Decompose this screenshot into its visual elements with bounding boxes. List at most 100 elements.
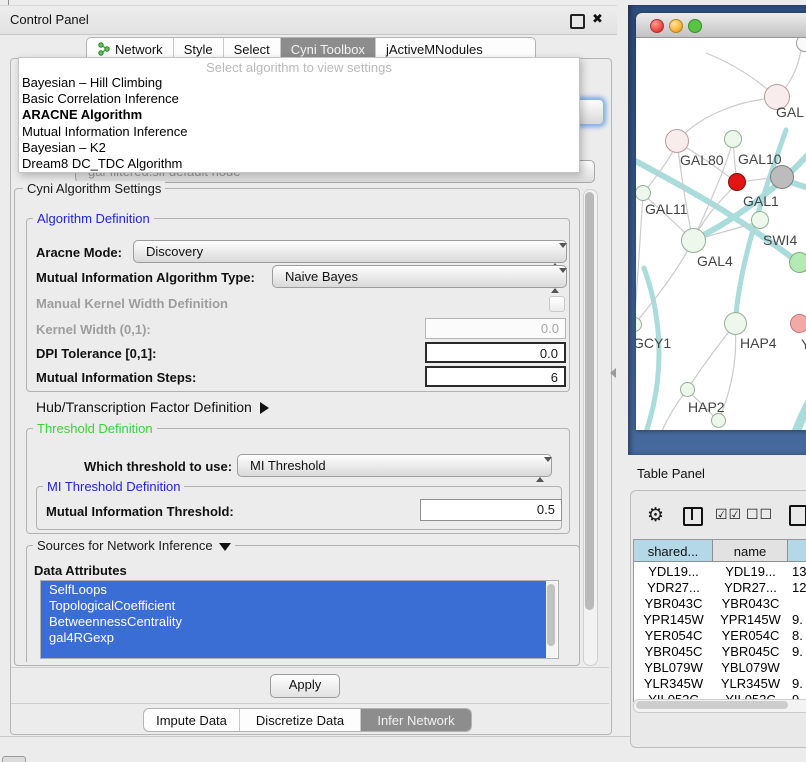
cell[interactable]: 12	[792, 580, 806, 596]
cell[interactable]: YPR145W	[634, 612, 713, 628]
node-hap2[interactable]	[680, 382, 695, 397]
cell[interactable]: YDL19...	[713, 564, 788, 580]
cell[interactable]: 9.	[792, 644, 806, 660]
dropdown-item[interactable]: Mutual Information Inference	[22, 124, 572, 140]
mi-type-combo[interactable]: Naive Bayes	[272, 265, 567, 288]
cell[interactable]: YBL079W	[713, 660, 788, 676]
cell[interactable]	[792, 660, 806, 676]
node-gray[interactable]	[770, 165, 794, 189]
apply-button[interactable]: Apply	[270, 674, 340, 698]
cell[interactable]: YBR043C	[713, 596, 788, 612]
cell[interactable]: YBR043C	[634, 596, 713, 612]
dropdown-item[interactable]: Bayesian – K2	[22, 140, 572, 156]
node-label: GAL80	[680, 152, 724, 168]
cell[interactable]: YBR045C	[634, 644, 713, 660]
tab-impute-data[interactable]: Impute Data	[144, 709, 240, 731]
expand-down-icon	[219, 543, 231, 551]
cell[interactable]: YDR27...	[713, 580, 788, 596]
hub-definition-label: Hub/Transcription Factor Definition	[36, 399, 252, 415]
list-scrollbar-thumb[interactable]	[547, 584, 555, 646]
list-scrollbar[interactable]	[546, 582, 557, 657]
node-label: GAL4	[697, 253, 733, 269]
list-item[interactable]: TopologicalCoefficient	[49, 598, 175, 614]
close-icon[interactable]: ✖	[592, 11, 603, 27]
close-traffic-light-icon[interactable]	[650, 19, 664, 33]
tab-discretize-data[interactable]: Discretize Data	[240, 709, 361, 731]
hub-definition-toggle[interactable]: Hub/Transcription Factor Definition	[36, 399, 269, 415]
list-item[interactable]: SelfLoops	[49, 582, 107, 598]
bottom-left-button-fragment[interactable]	[2, 756, 26, 762]
node-label: HAP2	[688, 399, 725, 415]
mi-steps-field[interactable]: 6	[425, 366, 566, 387]
float-window-icon[interactable]	[570, 14, 585, 29]
node-selected-red[interactable]	[728, 173, 746, 191]
kernel-width-field[interactable]: 0.0	[425, 318, 566, 339]
cell[interactable]: 8.	[792, 628, 806, 644]
control-panel-title: Control Panel	[10, 12, 89, 27]
dropdown-item[interactable]: Dream8 DC_TDC Algorithm	[22, 156, 572, 172]
node-swi4[interactable]	[789, 252, 806, 273]
network-canvas[interactable]: GAL GAL80 GAL10 GAL11 GAL1 SWI4 GAL4 GCY…	[636, 38, 806, 430]
dropdown-item-selected[interactable]: ARACNE Algorithm	[22, 107, 572, 123]
combo-stepper-icon	[551, 270, 560, 284]
settings-scrollbar-thumb[interactable]	[585, 192, 594, 610]
tab-infer-network[interactable]: Infer Network	[361, 709, 471, 731]
dpi-tolerance-field[interactable]: 0.0	[425, 342, 566, 363]
group-title: Threshold Definition	[33, 421, 157, 436]
column-header-shared-name[interactable]: shared...	[634, 540, 713, 562]
select-all-checkboxes-icon[interactable]: ☑☑	[715, 506, 742, 523]
settings-scrollbar[interactable]	[583, 189, 598, 666]
zoom-traffic-light-icon[interactable]	[688, 19, 702, 33]
cell[interactable]: YBL079W	[634, 660, 713, 676]
network-window[interactable]: GAL GAL80 GAL10 GAL11 GAL1 SWI4 GAL4 GCY…	[636, 13, 806, 430]
network-window-titlebar[interactable]	[636, 13, 806, 38]
node-gal1[interactable]	[751, 211, 769, 229]
gear-icon[interactable]: ⚙	[647, 504, 664, 527]
top-left-mark	[8, 0, 9, 5]
cell[interactable]: 9.	[792, 612, 806, 628]
cell[interactable]: YLR345W	[713, 676, 788, 692]
node-salmon[interactable]	[790, 314, 806, 333]
sources-toggle[interactable]: Sources for Network Inference	[33, 538, 235, 553]
node-gal80[interactable]	[665, 129, 689, 153]
cell[interactable]: YDR27...	[634, 580, 713, 596]
column-header-name[interactable]: name	[713, 540, 788, 562]
node-gal10[interactable]	[724, 130, 742, 148]
data-attributes-list[interactable]: SelfLoops TopologicalCoefficient Between…	[40, 580, 559, 659]
node-table[interactable]: shared... name YDL19... YDL19... 13 YDR2…	[633, 539, 806, 702]
column-header-cut[interactable]	[788, 540, 806, 562]
cell[interactable]: 13	[792, 564, 806, 580]
group-title: Cyni Algorithm Settings	[23, 181, 165, 196]
manual-kernel-checkbox[interactable]	[549, 296, 565, 312]
deselect-all-checkboxes-icon[interactable]: ☐☐	[746, 506, 773, 523]
node-partial-bottom[interactable]	[711, 413, 726, 428]
node-label: GAL	[776, 104, 804, 120]
cell[interactable]: YDL19...	[634, 564, 713, 580]
cell[interactable]: YBR045C	[713, 644, 788, 660]
node-hap4[interactable]	[724, 312, 747, 335]
which-threshold-combo[interactable]: MI Threshold	[237, 454, 552, 477]
cell[interactable]	[792, 596, 806, 612]
dropdown-item[interactable]: Basic Correlation Inference	[22, 91, 572, 107]
new-table-icon-fragment[interactable]	[789, 505, 806, 526]
cell[interactable]: YPR145W	[713, 612, 788, 628]
column-selector-icon[interactable]	[683, 507, 703, 526]
aracne-mode-combo[interactable]: Discovery	[133, 240, 567, 263]
mi-threshold-field[interactable]: 0.5	[420, 499, 562, 521]
inference-algorithm-combo-fragment[interactable]	[576, 99, 604, 125]
network-view-frame[interactable]: GAL GAL80 GAL10 GAL11 GAL1 SWI4 GAL4 GCY…	[628, 5, 806, 455]
table-hscrollbar-thumb[interactable]	[636, 701, 788, 709]
cell[interactable]: 9.	[792, 676, 806, 692]
list-item[interactable]: BetweennessCentrality	[49, 614, 182, 630]
cell[interactable]: YER054C	[713, 628, 788, 644]
table-hscrollbar[interactable]	[633, 699, 806, 713]
list-item[interactable]: gal4RGexp	[49, 630, 114, 646]
splitter-collapse-arrow[interactable]	[610, 368, 616, 378]
tab-label: Network	[115, 42, 163, 57]
node-gal4[interactable]	[681, 228, 706, 253]
cell[interactable]: YER054C	[634, 628, 713, 644]
cell[interactable]: YLR345W	[634, 676, 713, 692]
minimize-traffic-light-icon[interactable]	[669, 19, 683, 33]
mi-threshold-label: Mutual Information Threshold:	[46, 504, 234, 519]
dropdown-item[interactable]: Bayesian – Hill Climbing	[22, 75, 572, 91]
